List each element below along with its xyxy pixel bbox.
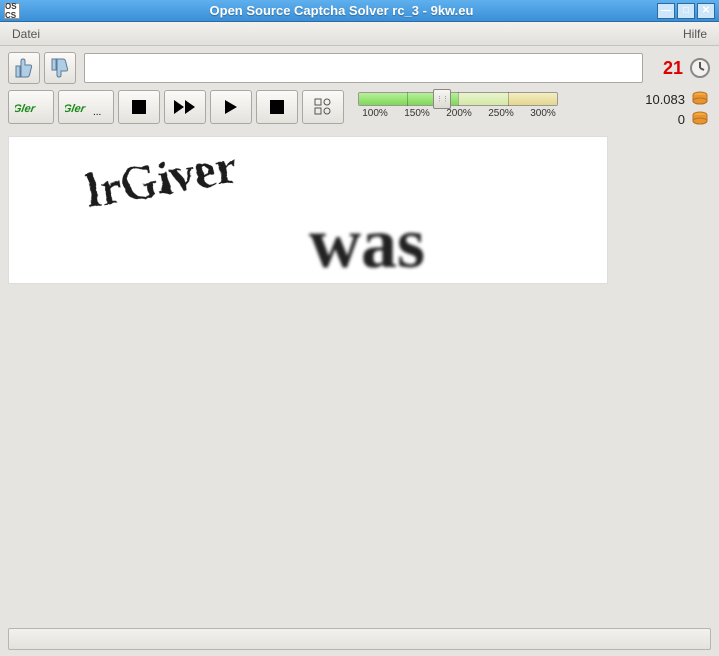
captcha-thumb2-icon: Gler... [65, 97, 107, 117]
fast-forward-button[interactable] [164, 90, 206, 124]
menu-file[interactable]: Datei [8, 25, 44, 43]
menubar: Datei Hilfe [0, 22, 719, 46]
zoom-slider-thumb[interactable] [433, 89, 451, 109]
maximize-button[interactable]: □ [677, 3, 695, 19]
play-button[interactable] [210, 90, 252, 124]
stop2-icon [269, 99, 285, 115]
layout-icon [314, 98, 332, 116]
thumbs-down-button[interactable] [44, 52, 76, 84]
svg-text:Gler: Gler [15, 103, 37, 115]
window-title: Open Source Captcha Solver rc_3 - 9kw.eu [26, 3, 657, 18]
stop-icon [131, 99, 147, 115]
thumbs-up-icon [15, 58, 33, 78]
thumbs-up-button[interactable] [8, 52, 40, 84]
window-titlebar: OS CS Open Source Captcha Solver rc_3 - … [0, 0, 719, 22]
captcha-word2-button[interactable]: Gler... [58, 90, 114, 124]
play-icon [224, 99, 238, 115]
layout-button[interactable] [302, 90, 344, 124]
clock-icon [689, 57, 711, 79]
app-icon: OS CS [4, 3, 20, 19]
menu-help[interactable]: Hilfe [679, 25, 711, 43]
svg-text:lrGiver: lrGiver [80, 138, 239, 217]
coins2-icon [691, 110, 709, 128]
svg-text:was: was [309, 203, 425, 283]
captcha-word1-button[interactable]: Gler [8, 90, 54, 124]
countdown-value: 21 [663, 58, 683, 79]
queue-value: 0 [678, 112, 685, 127]
fast-forward-icon [173, 99, 197, 115]
svg-text:Gler: Gler [65, 103, 87, 115]
close-button[interactable]: ✕ [697, 3, 715, 19]
coins-icon [691, 90, 709, 108]
svg-text:...: ... [93, 107, 101, 117]
zoom-labels: 100% 150% 200% 250% 300% [354, 108, 564, 119]
zoom-slider[interactable] [358, 92, 558, 106]
stop-button[interactable] [118, 90, 160, 124]
minimize-button[interactable]: — [657, 3, 675, 19]
thumbs-down-icon [51, 58, 69, 78]
answer-input[interactable] [84, 53, 643, 83]
captcha-thumb1-icon: Gler [15, 97, 47, 117]
credits-value: 10.083 [645, 92, 685, 107]
statusbar [8, 628, 711, 650]
stop2-button[interactable] [256, 90, 298, 124]
captcha-image: lrGiver was [8, 136, 608, 284]
